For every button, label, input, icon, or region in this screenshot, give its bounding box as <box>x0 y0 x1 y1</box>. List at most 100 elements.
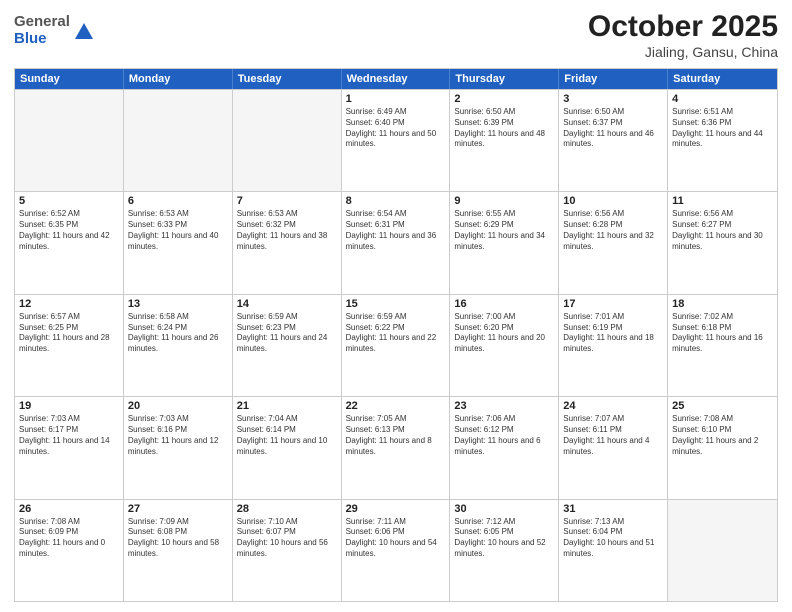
day-number: 19 <box>19 400 119 412</box>
day-cell-2: 2Sunrise: 6:50 AM Sunset: 6:39 PM Daylig… <box>450 90 559 191</box>
calendar-row-1: 5 Sunrise: 6:52 AM Sunset: 6:35 PM Daylig… <box>15 191 777 293</box>
day-cell-20: 20 Sunrise: 7:03 AM Sunset: 6:16 PM Dayli… <box>124 397 233 498</box>
calendar: SundayMondayTuesdayWednesdayThursdayFrid… <box>14 68 778 602</box>
day-number: 25 <box>672 400 773 412</box>
header-cell-tuesday: Tuesday <box>233 69 342 89</box>
day-number: 20 <box>128 400 228 412</box>
day-number: 28 <box>237 503 337 515</box>
header-cell-wednesday: Wednesday <box>342 69 451 89</box>
day-info: Sunrise: 7:01 AM Sunset: 6:19 PM Dayligh… <box>563 312 663 355</box>
day-cell-26: 26 Sunrise: 7:08 AM Sunset: 6:09 PM Dayli… <box>15 500 124 601</box>
calendar-row-3: 19 Sunrise: 7:03 AM Sunset: 6:17 PM Dayli… <box>15 396 777 498</box>
day-info: Sunrise: 7:03 AM Sunset: 6:16 PM Dayligh… <box>128 414 228 457</box>
day-cell-4: 4 Sunrise: 6:51 AM Sunset: 6:36 PM Daylig… <box>668 90 777 191</box>
calendar-row-4: 26 Sunrise: 7:08 AM Sunset: 6:09 PM Dayli… <box>15 499 777 601</box>
day-cell-13: 13 Sunrise: 6:58 AM Sunset: 6:24 PM Dayli… <box>124 295 233 396</box>
day-cell-18: 18 Sunrise: 7:02 AM Sunset: 6:18 PM Dayli… <box>668 295 777 396</box>
day-number: 14 <box>237 298 337 310</box>
day-info: Sunrise: 7:11 AM Sunset: 6:06 PM Dayligh… <box>346 517 446 560</box>
day-number: 31 <box>563 503 663 515</box>
day-cell-25: 25 Sunrise: 7:08 AM Sunset: 6:10 PM Dayli… <box>668 397 777 498</box>
day-cell-24: 24 Sunrise: 7:07 AM Sunset: 6:11 PM Dayli… <box>559 397 668 498</box>
day-number: 21 <box>237 400 337 412</box>
day-info: Sunrise: 7:08 AM Sunset: 6:10 PM Dayligh… <box>672 414 773 457</box>
day-cell-15: 15 Sunrise: 6:59 AM Sunset: 6:22 PM Dayli… <box>342 295 451 396</box>
day-number: 8 <box>346 195 446 207</box>
day-cell-9: 9 Sunrise: 6:55 AM Sunset: 6:29 PM Daylig… <box>450 192 559 293</box>
day-cell-14: 14Sunrise: 6:59 AM Sunset: 6:23 PM Dayli… <box>233 295 342 396</box>
day-cell-16: 16 Sunrise: 7:00 AM Sunset: 6:20 PM Dayli… <box>450 295 559 396</box>
day-cell-6: 6Sunrise: 6:53 AM Sunset: 6:33 PM Daylig… <box>124 192 233 293</box>
header-cell-saturday: Saturday <box>668 69 777 89</box>
day-number: 17 <box>563 298 663 310</box>
day-cell-28: 28 Sunrise: 7:10 AM Sunset: 6:07 PM Dayli… <box>233 500 342 601</box>
day-info: Sunrise: 6:56 AM Sunset: 6:28 PM Dayligh… <box>563 209 663 252</box>
day-info: Sunrise: 6:50 AM Sunset: 6:37 PM Dayligh… <box>563 107 663 150</box>
day-info: Sunrise: 7:13 AM Sunset: 6:04 PM Dayligh… <box>563 517 663 560</box>
day-number: 18 <box>672 298 773 310</box>
day-cell-10: 10 Sunrise: 6:56 AM Sunset: 6:28 PM Dayli… <box>559 192 668 293</box>
day-cell-1: 1Sunrise: 6:49 AM Sunset: 6:40 PM Daylig… <box>342 90 451 191</box>
calendar-body: 1Sunrise: 6:49 AM Sunset: 6:40 PM Daylig… <box>15 89 777 601</box>
day-number: 22 <box>346 400 446 412</box>
day-number: 7 <box>237 195 337 207</box>
day-info: Sunrise: 6:55 AM Sunset: 6:29 PM Dayligh… <box>454 209 554 252</box>
day-number: 10 <box>563 195 663 207</box>
day-cell-17: 17 Sunrise: 7:01 AM Sunset: 6:19 PM Dayli… <box>559 295 668 396</box>
day-info: Sunrise: 7:03 AM Sunset: 6:17 PM Dayligh… <box>19 414 119 457</box>
day-info: Sunrise: 7:02 AM Sunset: 6:18 PM Dayligh… <box>672 312 773 355</box>
day-number: 5 <box>19 195 119 207</box>
logo-blue: Blue <box>14 31 70 48</box>
day-number: 4 <box>672 93 773 105</box>
day-number: 12 <box>19 298 119 310</box>
day-number: 13 <box>128 298 228 310</box>
day-number: 16 <box>454 298 554 310</box>
day-cell-3: 3 Sunrise: 6:50 AM Sunset: 6:37 PM Daylig… <box>559 90 668 191</box>
day-info: Sunrise: 6:56 AM Sunset: 6:27 PM Dayligh… <box>672 209 773 252</box>
page-header: General Blue October 2025 Jialing, Gansu… <box>14 10 778 60</box>
day-cell-21: 21 Sunrise: 7:04 AM Sunset: 6:14 PM Dayli… <box>233 397 342 498</box>
day-info: Sunrise: 6:57 AM Sunset: 6:25 PM Dayligh… <box>19 312 119 355</box>
day-cell-8: 8 Sunrise: 6:54 AM Sunset: 6:31 PM Daylig… <box>342 192 451 293</box>
calendar-subtitle: Jialing, Gansu, China <box>588 44 778 60</box>
day-info: Sunrise: 6:52 AM Sunset: 6:35 PM Dayligh… <box>19 209 119 252</box>
day-info: Sunrise: 7:10 AM Sunset: 6:07 PM Dayligh… <box>237 517 337 560</box>
day-info: Sunrise: 6:59 AM Sunset: 6:22 PM Dayligh… <box>346 312 446 355</box>
day-info: Sunrise: 7:04 AM Sunset: 6:14 PM Dayligh… <box>237 414 337 457</box>
day-cell-23: 23 Sunrise: 7:06 AM Sunset: 6:12 PM Dayli… <box>450 397 559 498</box>
day-info: Sunrise: 7:05 AM Sunset: 6:13 PM Dayligh… <box>346 414 446 457</box>
calendar-title: October 2025 <box>588 10 778 44</box>
day-info: Sunrise: 6:58 AM Sunset: 6:24 PM Dayligh… <box>128 312 228 355</box>
day-cell-12: 12 Sunrise: 6:57 AM Sunset: 6:25 PM Dayli… <box>15 295 124 396</box>
empty-cell <box>15 90 124 191</box>
day-info: Sunrise: 7:00 AM Sunset: 6:20 PM Dayligh… <box>454 312 554 355</box>
day-info: Sunrise: 6:51 AM Sunset: 6:36 PM Dayligh… <box>672 107 773 150</box>
header-cell-monday: Monday <box>124 69 233 89</box>
header-cell-friday: Friday <box>559 69 668 89</box>
day-info: Sunrise: 6:53 AM Sunset: 6:33 PM Dayligh… <box>128 209 228 252</box>
day-cell-27: 27Sunrise: 7:09 AM Sunset: 6:08 PM Dayli… <box>124 500 233 601</box>
day-info: Sunrise: 7:12 AM Sunset: 6:05 PM Dayligh… <box>454 517 554 560</box>
logo-icon <box>73 21 95 43</box>
day-info: Sunrise: 6:50 AM Sunset: 6:39 PM Dayligh… <box>454 107 554 150</box>
calendar-header: SundayMondayTuesdayWednesdayThursdayFrid… <box>15 69 777 89</box>
day-number: 23 <box>454 400 554 412</box>
day-number: 24 <box>563 400 663 412</box>
day-number: 15 <box>346 298 446 310</box>
logo-general: General <box>14 14 70 31</box>
day-number: 26 <box>19 503 119 515</box>
day-number: 3 <box>563 93 663 105</box>
empty-cell <box>233 90 342 191</box>
day-number: 9 <box>454 195 554 207</box>
day-info: Sunrise: 6:53 AM Sunset: 6:32 PM Dayligh… <box>237 209 337 252</box>
day-number: 30 <box>454 503 554 515</box>
day-info: Sunrise: 6:54 AM Sunset: 6:31 PM Dayligh… <box>346 209 446 252</box>
day-info: Sunrise: 7:07 AM Sunset: 6:11 PM Dayligh… <box>563 414 663 457</box>
day-info: Sunrise: 7:06 AM Sunset: 6:12 PM Dayligh… <box>454 414 554 457</box>
day-info: Sunrise: 6:49 AM Sunset: 6:40 PM Dayligh… <box>346 107 446 150</box>
logo: General Blue <box>14 14 95 47</box>
day-info: Sunrise: 7:08 AM Sunset: 6:09 PM Dayligh… <box>19 517 119 560</box>
day-cell-31: 31 Sunrise: 7:13 AM Sunset: 6:04 PM Dayli… <box>559 500 668 601</box>
day-number: 27 <box>128 503 228 515</box>
calendar-row-0: 1Sunrise: 6:49 AM Sunset: 6:40 PM Daylig… <box>15 89 777 191</box>
